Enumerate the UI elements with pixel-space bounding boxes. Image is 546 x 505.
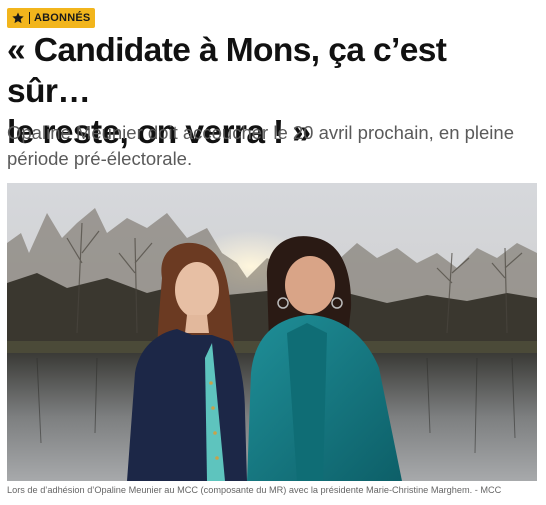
star-icon bbox=[12, 12, 24, 24]
article-photo[interactable] bbox=[7, 183, 537, 481]
article-lead: Opaline Meunier doit accoucher le 20 avr… bbox=[7, 122, 514, 169]
article-title-line-1: « Candidate à Mons, ça c’est sûr… bbox=[7, 32, 447, 110]
photo-caption: Lors de d’adhésion d’Opaline Meunier au … bbox=[7, 485, 502, 495]
subscribers-badge: ABONNÉS bbox=[7, 8, 96, 28]
badge-divider bbox=[29, 12, 30, 24]
badge-label: ABONNÉS bbox=[34, 12, 91, 24]
